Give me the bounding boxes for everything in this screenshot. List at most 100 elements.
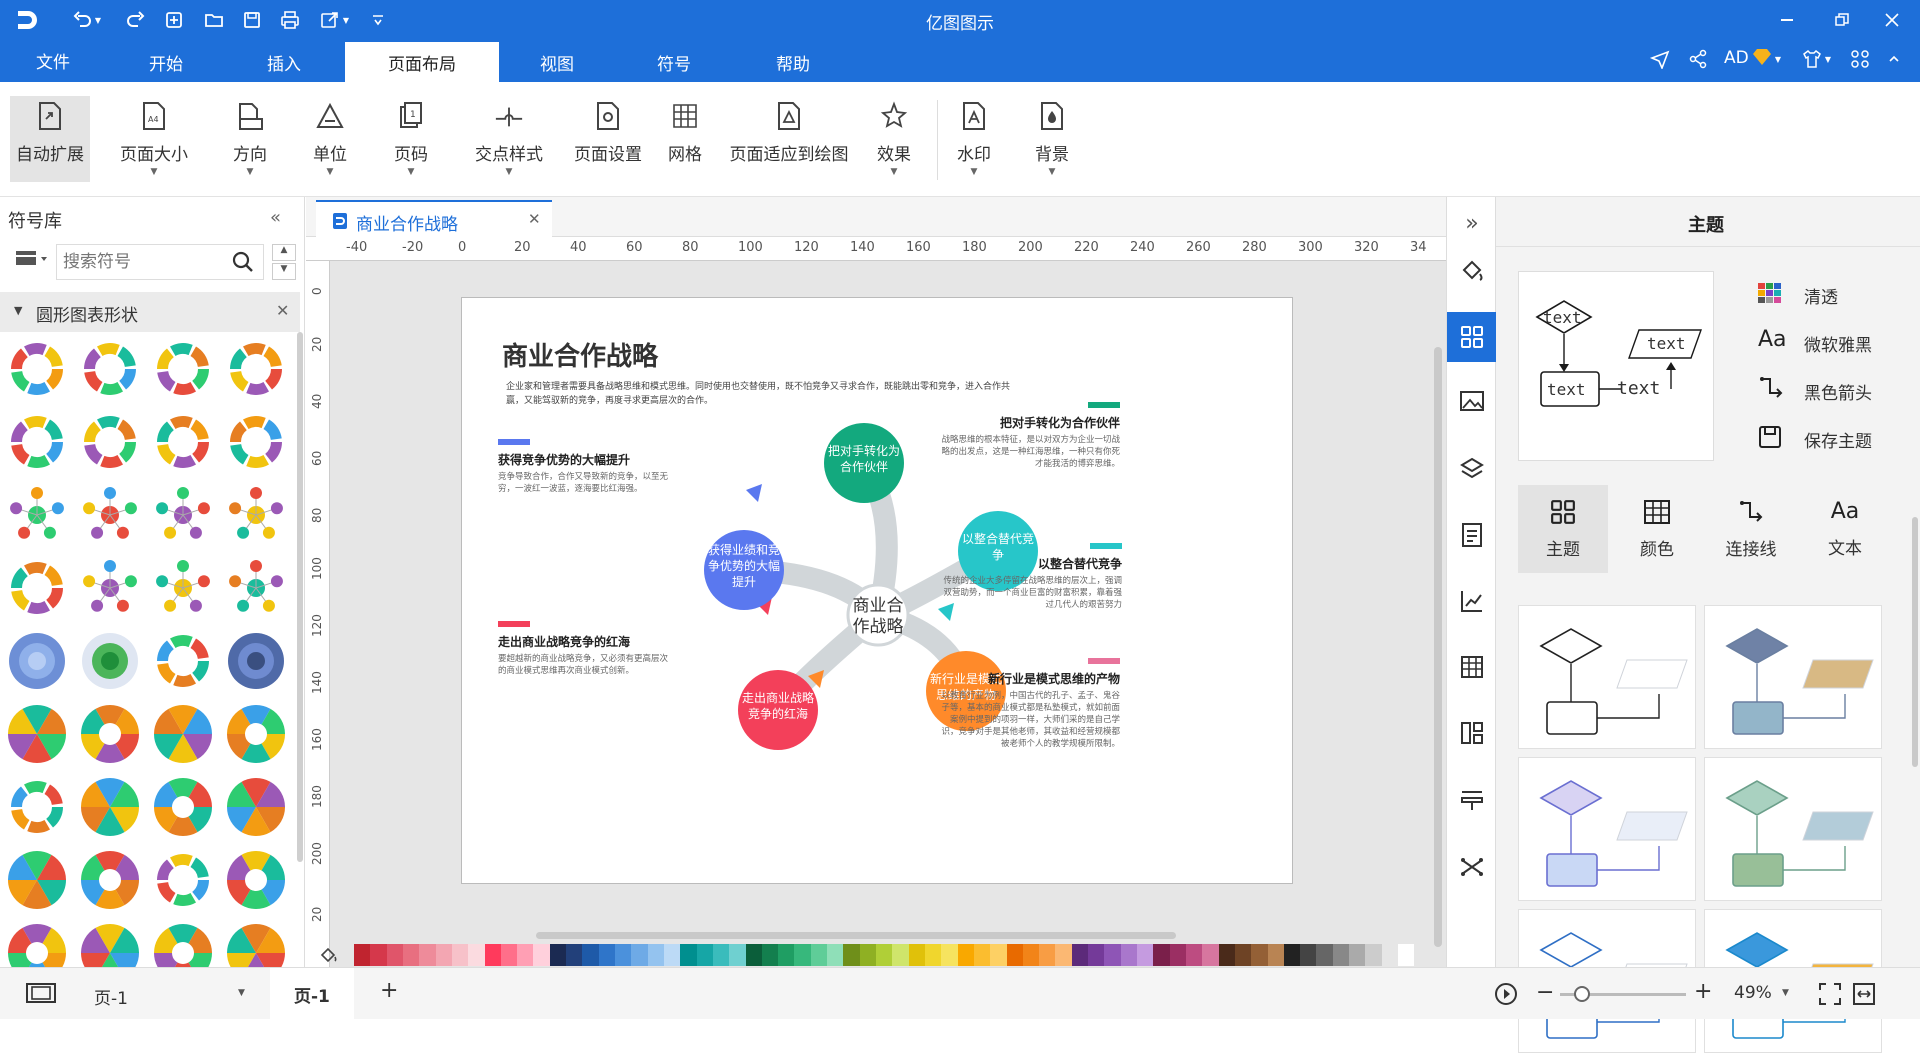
new-file-icon[interactable]	[162, 8, 186, 32]
shuffle-icon[interactable]	[1458, 853, 1486, 881]
menu-file[interactable]: 文件	[36, 48, 70, 73]
theme-card[interactable]	[1518, 757, 1696, 901]
palette-swatch[interactable]	[582, 944, 599, 966]
collapse-ribbon-icon[interactable]	[1886, 47, 1902, 71]
user-dropdown-icon[interactable]: ▼	[1772, 47, 1784, 71]
palette-swatch[interactable]	[1251, 944, 1268, 966]
jump-style-button[interactable]: 交点样式 ▼	[464, 96, 554, 190]
add-page-button[interactable]: +	[380, 978, 398, 1003]
circular-chart-shape[interactable]	[8, 924, 66, 967]
circular-chart-shape[interactable]	[157, 416, 209, 468]
layers-icon[interactable]	[1458, 455, 1486, 483]
collapse-left-icon[interactable]: «	[270, 207, 281, 228]
palette-swatch[interactable]	[1055, 944, 1072, 966]
palette-swatch[interactable]	[468, 944, 485, 966]
circular-chart-shape[interactable]	[227, 705, 285, 763]
table-icon[interactable]	[1458, 653, 1486, 681]
circular-chart-shape[interactable]	[227, 778, 285, 836]
strategy-diagram[interactable]: 商业合作战略 把对手转化为合作伙伴以整合替代竞争新行业是模式思维的产物 走出商业战略…	[462, 298, 1294, 885]
palette-swatch[interactable]	[1218, 944, 1235, 966]
org-chart-icon[interactable]	[1458, 719, 1486, 747]
redo-icon[interactable]	[124, 8, 148, 32]
circular-chart-shape[interactable]	[84, 416, 136, 468]
effect-button[interactable]: 效果 ▼	[866, 96, 922, 190]
palette-swatch[interactable]	[1300, 944, 1317, 966]
palette-swatch[interactable]	[663, 944, 681, 966]
circular-chart-shape[interactable]	[81, 705, 139, 763]
palette-swatch[interactable]	[696, 944, 713, 966]
fill-bucket-icon[interactable]	[318, 945, 346, 965]
palette-swatch[interactable]	[957, 944, 974, 966]
palette-swatch[interactable]	[402, 944, 420, 966]
palette-swatch[interactable]	[1332, 944, 1350, 966]
close-tab-icon[interactable]: ✕	[528, 210, 541, 228]
palette-swatch[interactable]	[892, 944, 909, 966]
palette-swatch[interactable]	[1071, 944, 1089, 966]
minimize-icon[interactable]	[1775, 8, 1799, 32]
chevron-down-icon[interactable]: ▼	[1782, 988, 1789, 998]
share-icon[interactable]	[1686, 47, 1710, 71]
theme-card[interactable]	[1518, 605, 1696, 749]
search-icon[interactable]	[231, 250, 255, 278]
search-input[interactable]	[63, 250, 223, 274]
palette-swatch[interactable]	[1022, 944, 1040, 966]
palette-swatch[interactable]	[1088, 944, 1105, 966]
skin-shirt-icon[interactable]	[1800, 47, 1824, 71]
palette-swatch[interactable]	[615, 944, 632, 966]
palette-swatch[interactable]	[973, 944, 991, 966]
circular-chart-shape[interactable]	[83, 343, 137, 395]
palette-swatch[interactable]	[1137, 944, 1154, 966]
page-tab[interactable]: 页-1	[270, 968, 354, 1020]
drawing-page[interactable]: 商业合作战略 企业家和管理者需要具备战略思维和模式思维。同时使用也交替使用，既不…	[461, 297, 1293, 884]
circular-chart-shape[interactable]	[11, 416, 63, 468]
library-menu-icon[interactable]	[14, 247, 54, 277]
circular-chart-shape[interactable]	[229, 560, 283, 612]
page-number-button[interactable]: 1 页码 ▼	[381, 96, 441, 190]
fit-page-button[interactable]: 页面适应到绘图	[722, 96, 856, 190]
open-folder-icon[interactable]	[202, 8, 226, 32]
theme-preview[interactable]: text text text text	[1518, 271, 1714, 461]
tab-text[interactable]: Aa 文本	[1800, 485, 1890, 573]
theme-rail-button[interactable]	[1447, 312, 1497, 362]
palette-swatch[interactable]	[1381, 944, 1398, 966]
page-selector[interactable]: 页-1 ▼	[92, 982, 252, 1009]
palette-swatch[interactable]	[354, 944, 371, 966]
scroll-down-button[interactable]: ▼	[272, 263, 296, 280]
palette-swatch[interactable]	[549, 944, 567, 966]
palette-swatch[interactable]	[876, 944, 893, 966]
palette-swatch[interactable]	[484, 944, 501, 966]
palette-swatch[interactable]	[1267, 944, 1284, 966]
apps-icon[interactable]	[1848, 47, 1872, 71]
fill-style-icon[interactable]	[1458, 257, 1486, 285]
palette-swatch[interactable]	[631, 944, 648, 966]
tab-connector[interactable]: 连接线	[1706, 485, 1796, 573]
circular-chart-shape[interactable]	[157, 854, 209, 906]
unit-button[interactable]: 单位 ▼	[300, 96, 360, 190]
circular-chart-shape[interactable]	[11, 562, 63, 614]
image-icon[interactable]	[1458, 387, 1486, 415]
canvas-horizontal-scrollbar[interactable]	[536, 932, 1176, 939]
page-panel-icon[interactable]	[26, 983, 56, 1007]
palette-swatch[interactable]	[566, 944, 583, 966]
circular-chart-shape[interactable]	[82, 633, 138, 689]
watermark-button[interactable]: 水印 ▼	[946, 96, 1002, 190]
palette-swatch[interactable]	[1185, 944, 1203, 966]
shape-grid[interactable]	[0, 337, 295, 967]
circular-chart-shape[interactable]	[81, 923, 139, 967]
circular-chart-shape[interactable]	[81, 778, 139, 836]
tab-color[interactable]: 颜色	[1612, 485, 1702, 573]
zoom-out-button[interactable]: −	[1536, 980, 1554, 1005]
document-tab[interactable]: 商业合作战略 ✕	[316, 200, 552, 237]
fit-width-icon[interactable]	[1852, 982, 1876, 1010]
circular-chart-shape[interactable]	[11, 781, 63, 833]
theme-panel-scrollbar[interactable]	[1912, 517, 1918, 767]
palette-swatch[interactable]	[500, 944, 518, 966]
background-button[interactable]: 背景 ▼	[1024, 96, 1080, 190]
palette-swatch[interactable]	[1365, 944, 1382, 966]
close-category-icon[interactable]: ✕	[276, 301, 289, 320]
auto-expand-button[interactable]: 自动扩展	[10, 96, 90, 190]
close-icon[interactable]	[1880, 8, 1904, 32]
palette-swatch[interactable]	[1316, 944, 1333, 966]
print-icon[interactable]	[278, 8, 302, 32]
palette-swatch[interactable]	[680, 944, 697, 966]
